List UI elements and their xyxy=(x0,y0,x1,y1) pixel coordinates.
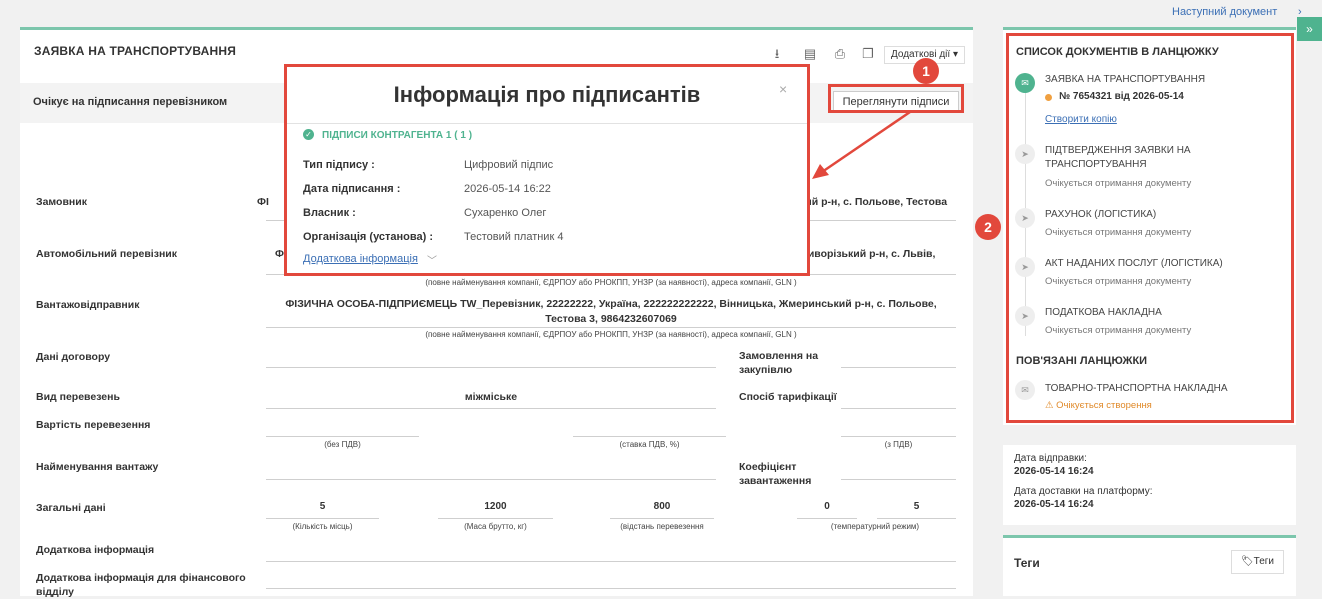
general-label: Загальні дані xyxy=(36,502,106,514)
owner-label: Власник : xyxy=(303,207,356,219)
places-underline xyxy=(266,518,379,519)
customer-label: Замовник xyxy=(36,196,87,208)
customer-value-left: ФІ xyxy=(257,196,269,208)
distance-value: 800 xyxy=(653,501,671,512)
download-icon[interactable]: ⭳ xyxy=(770,47,784,61)
chevron-down-icon[interactable]: ﹀ xyxy=(427,252,437,267)
load-coef-label: Коефіцієнт завантаження xyxy=(739,461,812,487)
sent-date-label: Дата відправки: xyxy=(1014,453,1087,464)
sign-date-label: Дата підписання : xyxy=(303,183,401,195)
cost-no-vat-hint: (без ПДВ) xyxy=(324,440,361,449)
sign-date-value: 2026-05-14 16:22 xyxy=(464,183,551,195)
cargo-field[interactable] xyxy=(266,479,716,480)
transport-type-label: Вид перевезень xyxy=(36,391,120,403)
check-circle-icon: ✓ xyxy=(303,129,314,140)
tags-title: Теги xyxy=(1014,556,1040,570)
tags-card: Теги 🏷Теги xyxy=(1003,535,1296,596)
print-icon[interactable]: ⎙ xyxy=(833,47,847,61)
temp-min-underline xyxy=(797,518,857,519)
cost-label: Вартість перевезення xyxy=(36,419,151,431)
contract-field[interactable] xyxy=(266,367,716,368)
cost-with-vat-hint: (з ПДВ) xyxy=(884,440,913,449)
vat-rate-hint: (ставка ПДВ, %) xyxy=(619,440,680,449)
cost-no-vat-field[interactable] xyxy=(266,436,419,437)
temp-min-value: 0 xyxy=(824,501,830,512)
annotation-badge-1: 1 xyxy=(913,58,939,84)
contract-label: Дані договору xyxy=(36,351,111,363)
delivered-date-label: Дата доставки на платформу: xyxy=(1014,486,1153,497)
annotation-arrow xyxy=(812,110,911,179)
places-hint: (Кількість місць) xyxy=(292,522,353,531)
delivered-date-value: 2026-05-14 16:24 xyxy=(1014,499,1094,510)
close-icon[interactable]: × xyxy=(779,81,787,97)
shipper-hint: (повне найменування компанії, ЄДРПОУ або… xyxy=(425,330,797,339)
places-value: 5 xyxy=(319,501,326,512)
organization-value: Тестовий платник 4 xyxy=(464,231,564,243)
tariff-label: Спосіб тарифікації xyxy=(739,391,837,403)
next-document-link[interactable]: Наступний документ xyxy=(1172,6,1277,18)
temp-hint: (температурний режим) xyxy=(830,522,920,531)
procurement-field[interactable] xyxy=(841,367,956,368)
load-coef-field[interactable] xyxy=(841,479,956,480)
carrier-label: Автомобільний перевізник xyxy=(36,248,177,260)
gross-weight-hint: (Маса брутто, кг) xyxy=(464,522,527,531)
distance-underline xyxy=(610,518,714,519)
signers-modal: Інформація про підписантів × ✓ ПІДПИСИ К… xyxy=(287,67,807,273)
tag-icon: 🏷 xyxy=(1240,556,1254,567)
archive-icon[interactable]: ▤ xyxy=(803,47,817,61)
dates-card: Дата відправки: 2026-05-14 16:24 Дата до… xyxy=(1003,445,1296,525)
modal-divider xyxy=(287,123,807,124)
extra-info-label: Додаткова інформація xyxy=(36,544,155,556)
signature-type-label: Тип підпису : xyxy=(303,159,375,171)
extra-fin-field[interactable] xyxy=(266,588,956,589)
shipper-underline xyxy=(266,327,956,328)
transport-type-underline xyxy=(266,408,716,409)
shipper-label: Вантажовідправник xyxy=(36,299,140,311)
status-text: Очікує на підписання перевізником xyxy=(33,96,228,108)
modal-title: Інформація про підписантів xyxy=(393,82,701,107)
transport-type-value: міжміське xyxy=(464,391,518,403)
document-title: ЗАЯВКА НА ТРАНСПОРТУВАННЯ xyxy=(34,44,237,58)
distance-hint: (відстань перевезення xyxy=(620,522,704,531)
copy-icon[interactable]: ❐ xyxy=(861,47,875,61)
organization-label: Організація (установа) : xyxy=(303,231,434,243)
temp-max-underline xyxy=(877,518,956,519)
carrier-value-right: Криворізький р-н, с. Львів, xyxy=(795,248,936,260)
tags-button[interactable]: 🏷Теги xyxy=(1231,550,1284,574)
owner-value: Сухаренко Олег xyxy=(464,207,547,219)
modal-section-title: ПІДПИСИ КОНТРАГЕНТА 1 ( 1 ) xyxy=(322,130,473,141)
more-info-link[interactable]: Додаткова інформація xyxy=(303,253,418,265)
carrier-value-left: Ф xyxy=(275,248,284,260)
carrier-hint: (повне найменування компанії, ЄДРПОУ або… xyxy=(425,278,797,287)
cargo-label: Найменування вантажу xyxy=(36,461,159,473)
expand-panel-button[interactable]: » xyxy=(1297,17,1322,41)
tariff-field[interactable] xyxy=(841,408,956,409)
sent-date-value: 2026-05-14 16:24 xyxy=(1014,466,1094,477)
gross-weight-value: 1200 xyxy=(484,501,507,512)
procurement-label: Замовлення на закупівлю xyxy=(739,350,819,376)
customer-value-right: кий р-н, с. Польове, Тестова xyxy=(800,196,948,208)
vat-rate-field[interactable] xyxy=(573,436,726,437)
extra-info-field[interactable] xyxy=(266,561,956,562)
annotation-badge-2: 2 xyxy=(975,214,1001,240)
temp-max-value: 5 xyxy=(913,501,920,512)
gross-weight-underline xyxy=(438,518,553,519)
signature-type-value: Цифровий підпис xyxy=(464,159,554,171)
extra-fin-label: Додаткова інформація для фінансового від… xyxy=(36,572,246,598)
shipper-value: ФІЗИЧНА ОСОБА-ПІДПРИЄМЕЦЬ TW_Перевізник,… xyxy=(285,298,937,325)
highlight-chain xyxy=(1006,33,1294,423)
cost-with-vat-field[interactable] xyxy=(841,436,956,437)
